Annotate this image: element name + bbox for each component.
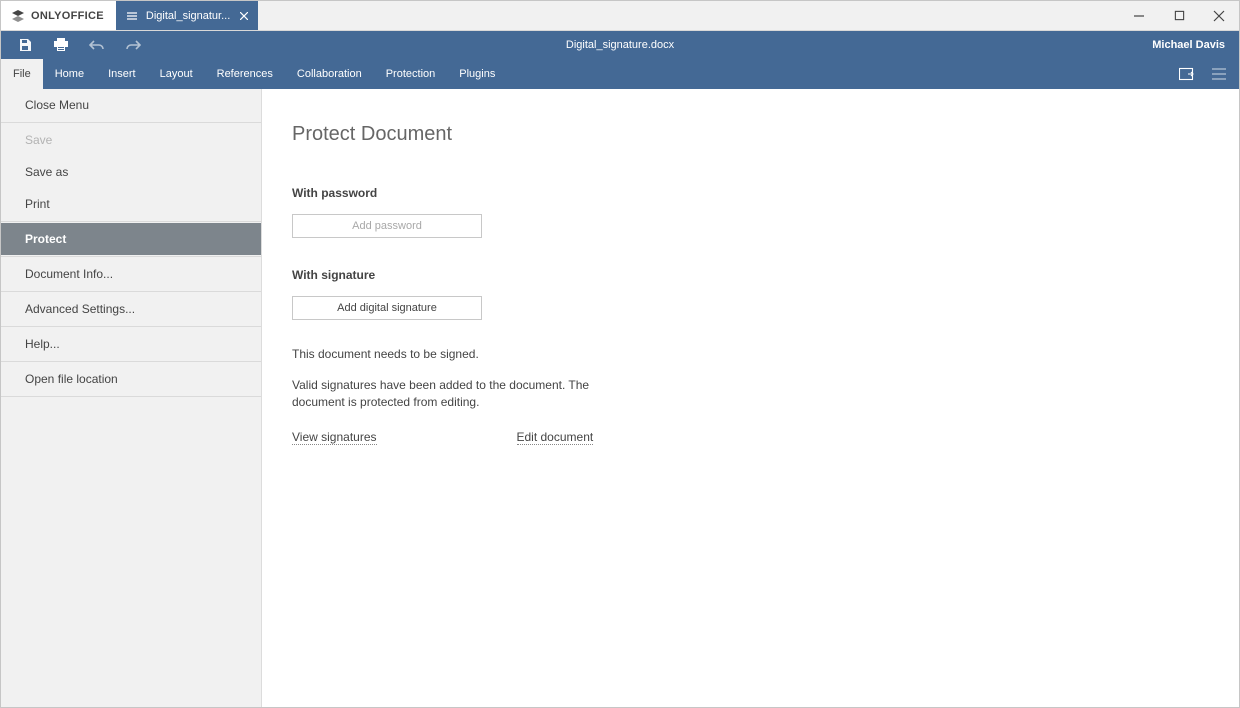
open-location-icon[interactable] bbox=[1177, 64, 1197, 84]
undo-icon-button[interactable] bbox=[79, 31, 115, 59]
ribbon-tab-insert[interactable]: Insert bbox=[96, 59, 148, 89]
minimize-button[interactable] bbox=[1119, 1, 1159, 31]
ribbon-tab-home[interactable]: Home bbox=[43, 59, 96, 89]
ribbon-tab-references[interactable]: References bbox=[205, 59, 285, 89]
add-password-button[interactable]: Add password bbox=[292, 214, 482, 238]
sidebar-open-file-location[interactable]: Open file location bbox=[1, 363, 261, 395]
document-tab-label: Digital_signatur... bbox=[146, 10, 230, 22]
user-name[interactable]: Michael Davis bbox=[1152, 39, 1239, 51]
window-controls bbox=[1119, 1, 1239, 30]
divider bbox=[1, 326, 261, 327]
divider bbox=[1, 122, 261, 123]
link-row: View signatures Edit document bbox=[292, 430, 1239, 445]
divider bbox=[1, 221, 261, 222]
sidebar-document-info[interactable]: Document Info... bbox=[1, 258, 261, 290]
save-icon-button[interactable] bbox=[7, 31, 43, 59]
with-signature-label: With signature bbox=[292, 268, 1239, 282]
file-menu-sidebar: Close Menu Save Save as Print Protect Do… bbox=[1, 89, 262, 707]
sidebar-save: Save bbox=[1, 124, 261, 156]
panel-title: Protect Document bbox=[292, 123, 1239, 146]
divider bbox=[1, 256, 261, 257]
ribbon-tab-protection[interactable]: Protection bbox=[374, 59, 448, 89]
sidebar-help[interactable]: Help... bbox=[1, 328, 261, 360]
tab-close-icon[interactable] bbox=[238, 10, 250, 22]
add-digital-signature-button[interactable]: Add digital signature bbox=[292, 296, 482, 320]
password-section: With password Add password bbox=[292, 186, 1239, 238]
valid-signatures-text: Valid signatures have been added to the … bbox=[292, 377, 592, 411]
divider bbox=[1, 361, 261, 362]
protect-document-panel: Protect Document With password Add passw… bbox=[262, 89, 1239, 707]
sidebar-print[interactable]: Print bbox=[1, 188, 261, 220]
ribbon-tab-layout[interactable]: Layout bbox=[148, 59, 205, 89]
ribbon-tab-plugins[interactable]: Plugins bbox=[447, 59, 507, 89]
view-signatures-link[interactable]: View signatures bbox=[292, 430, 377, 445]
with-password-label: With password bbox=[292, 186, 1239, 200]
title-spacer bbox=[258, 1, 1119, 30]
print-icon-button[interactable] bbox=[43, 31, 79, 59]
onlyoffice-logo-icon bbox=[11, 9, 25, 23]
quick-tool-strip: Digital_signature.docx Michael Davis bbox=[1, 31, 1239, 59]
sidebar-protect[interactable]: Protect bbox=[1, 223, 261, 255]
document-title-center: Digital_signature.docx bbox=[566, 39, 674, 51]
sidebar-save-as[interactable]: Save as bbox=[1, 156, 261, 188]
divider bbox=[1, 291, 261, 292]
maximize-button[interactable] bbox=[1159, 1, 1199, 31]
redo-icon-button[interactable] bbox=[115, 31, 151, 59]
ribbon-tab-collaboration[interactable]: Collaboration bbox=[285, 59, 374, 89]
hamburger-menu-icon[interactable] bbox=[1209, 64, 1229, 84]
edit-document-link[interactable]: Edit document bbox=[517, 430, 594, 445]
ribbon-right-icons bbox=[1177, 59, 1239, 89]
hamburger-icon bbox=[126, 10, 138, 22]
ribbon-tabs: File Home Insert Layout References Colla… bbox=[1, 59, 1239, 89]
ribbon-spacer bbox=[507, 59, 1177, 89]
sidebar-advanced-settings[interactable]: Advanced Settings... bbox=[1, 293, 261, 325]
quick-actions bbox=[1, 31, 151, 59]
main-area: Close Menu Save Save as Print Protect Do… bbox=[1, 89, 1239, 707]
ribbon-tab-file[interactable]: File bbox=[1, 59, 43, 89]
document-tab[interactable]: Digital_signatur... bbox=[116, 1, 258, 30]
needs-sign-text: This document needs to be signed. bbox=[292, 346, 592, 363]
brand-text: ONLYOFFICE bbox=[31, 10, 104, 22]
app-brand: ONLYOFFICE bbox=[1, 1, 116, 30]
close-window-button[interactable] bbox=[1199, 1, 1239, 31]
divider bbox=[1, 396, 261, 397]
sidebar-close-menu[interactable]: Close Menu bbox=[1, 89, 261, 121]
signature-section: With signature Add digital signature Thi… bbox=[292, 268, 1239, 445]
title-bar: ONLYOFFICE Digital_signatur... bbox=[1, 1, 1239, 31]
